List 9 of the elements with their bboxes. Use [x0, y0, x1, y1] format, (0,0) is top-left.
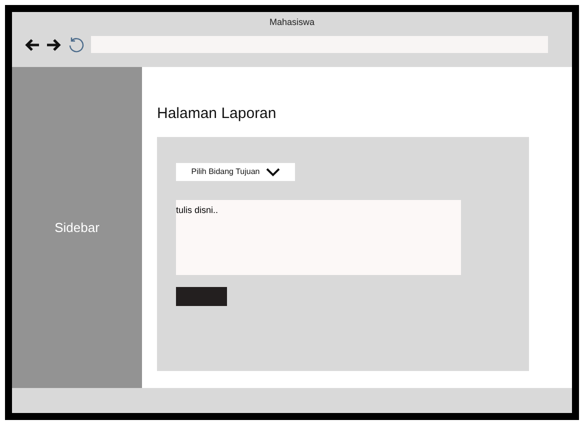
refresh-icon[interactable]	[68, 36, 85, 53]
target-dropdown[interactable]: Pilih Bidang Tujuan	[176, 163, 295, 181]
chevron-down-icon	[266, 168, 280, 176]
forward-icon[interactable]	[46, 38, 62, 52]
page-heading: Halaman Laporan	[157, 104, 278, 124]
report-textarea[interactable]: tulis disni..	[176, 200, 461, 275]
sidebar-label: Sidebar	[54, 218, 100, 237]
window-title: Mahasiswa	[269, 16, 315, 28]
back-icon[interactable]	[24, 38, 40, 52]
